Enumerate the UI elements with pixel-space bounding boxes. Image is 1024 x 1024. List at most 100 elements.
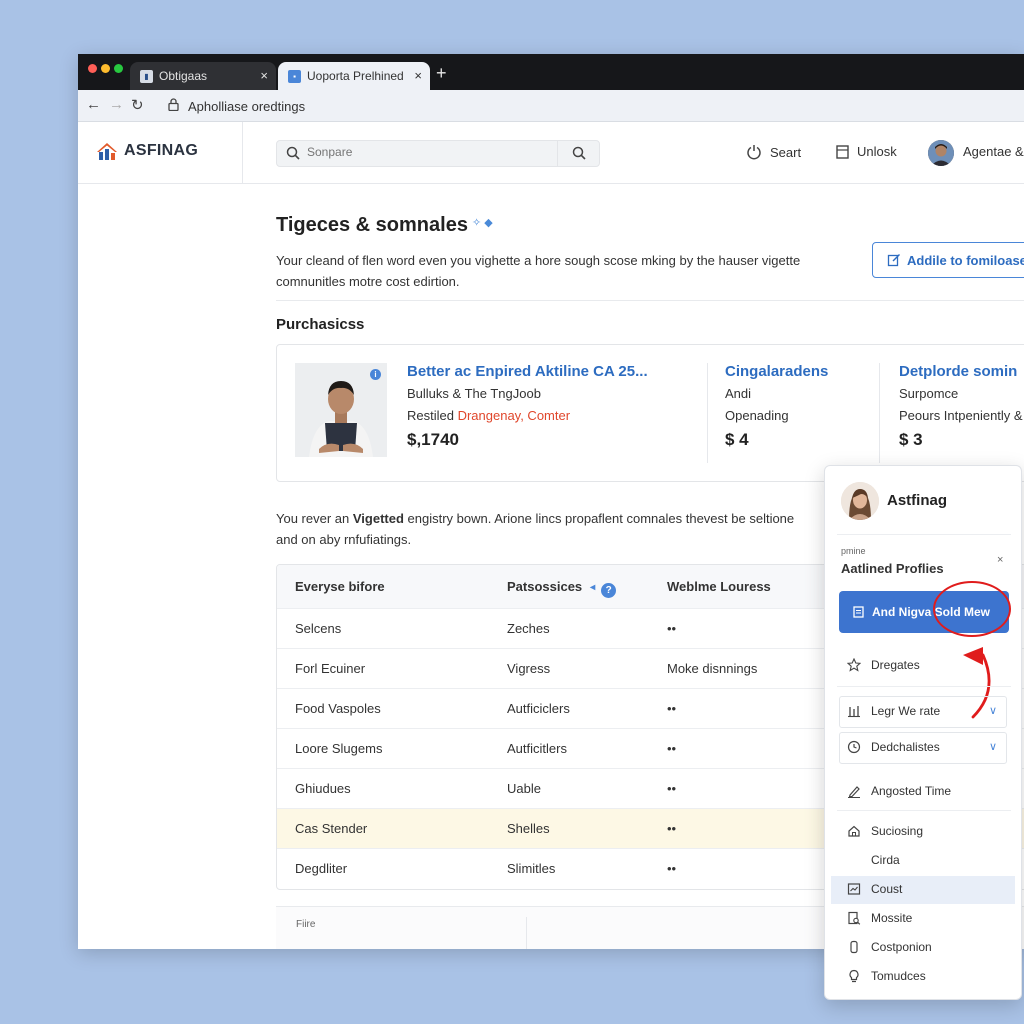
table-cell: Degdliter — [295, 861, 348, 876]
phone-icon — [850, 940, 858, 954]
panel-divider — [837, 686, 1011, 687]
panel-item-angosted-time[interactable]: Angosted Time — [847, 784, 951, 798]
table-cell: Ghiudues — [295, 781, 351, 796]
note-line: You rever an Vigetted engistry bown. Ari… — [276, 508, 836, 529]
app-header: ASFINAG Seart — [78, 122, 1024, 184]
purchase-highlight: Drangenay, Comter — [457, 408, 571, 423]
close-tab-icon[interactable]: × — [260, 68, 268, 83]
panel-item-costponion[interactable]: Costponion — [847, 940, 932, 954]
maximize-window-icon[interactable] — [114, 64, 123, 73]
back-arrow-icon[interactable]: ← — [86, 96, 101, 113]
panel-title: Aatlined Proflies — [841, 561, 944, 576]
panel-item-label: Suciosing — [871, 824, 924, 838]
purchase-detail: Peours Intpeniently & — [899, 408, 1023, 423]
bar-chart-icon — [848, 706, 860, 718]
edit-icon — [887, 254, 900, 267]
power-icon — [747, 145, 761, 160]
table-cell: •• — [667, 741, 677, 756]
purchase-price: $ 4 — [725, 430, 749, 449]
search-button[interactable] — [557, 141, 599, 166]
add-to-favorites-button[interactable]: Addile to fomiloase — [872, 242, 1024, 278]
search-input[interactable] — [307, 145, 547, 159]
info-badge-icon: i — [370, 369, 381, 380]
close-icon[interactable]: × — [997, 554, 1003, 566]
panel-item-legr[interactable]: Legr We rate — [847, 704, 940, 718]
column-header[interactable]: Everyse bifore — [295, 579, 385, 594]
column-divider — [879, 363, 880, 463]
purchase-item[interactable]: Cingalaradens Andi Openading $ 4 — [725, 363, 828, 450]
tab-label: Uoporta Prelhined — [307, 69, 404, 83]
logo-text: ASFINAG — [124, 142, 199, 159]
note-bold: Vigetted — [352, 511, 404, 526]
panel-user-name: Astfinag — [887, 492, 947, 509]
panel-item-suciosing[interactable]: Suciosing — [847, 824, 923, 838]
document-icon — [853, 606, 864, 618]
annotation-circle — [933, 581, 1011, 637]
page-title: Tigeces & somnales — [276, 214, 468, 236]
info-icon[interactable]: ? — [601, 583, 617, 598]
url-text[interactable]: Apholliase oredtings — [188, 99, 305, 114]
tab-obtigaas[interactable]: ▮ Obtigaas × — [130, 62, 276, 90]
avatar[interactable] — [928, 140, 954, 166]
table-cell: •• — [667, 781, 677, 796]
column-header[interactable]: Patsossices ◂? — [507, 579, 617, 598]
table-cell: Moke disnnings — [667, 661, 758, 676]
panel-item-label: Cirda — [871, 853, 900, 867]
table-cell: Autficitlers — [507, 741, 567, 756]
minimize-window-icon[interactable] — [101, 64, 110, 73]
panel-item-cirda[interactable]: Cirda — [847, 853, 900, 867]
search-icon — [572, 146, 586, 160]
panel-item-dregates[interactable]: Dregates — [847, 658, 920, 672]
home-icon — [848, 825, 860, 837]
note-rest: engistry bown. Arione lincs propaflent c… — [403, 511, 795, 526]
purchase-title[interactable]: Better ac Enpired Aktiline CA 25... — [407, 363, 648, 380]
intro-line: comnunitles motre cost edirtion. — [276, 274, 460, 289]
tab-uoporta-prelhined[interactable]: ▪ Uoporta Prelhined × — [278, 62, 430, 90]
panel-item-label: Tomudces — [871, 969, 926, 983]
column-header[interactable]: Weblme Louress — [667, 579, 771, 594]
new-tab-button[interactable]: + — [436, 62, 447, 84]
purchases-card: i Better ac Enpired Aktiline CA 25... Bu… — [276, 344, 1024, 482]
header-divider — [242, 122, 243, 184]
table-cell: •• — [667, 861, 677, 876]
panel-small-label: pmine — [841, 546, 866, 556]
logo[interactable]: ASFINAG — [96, 141, 198, 161]
user-avatar-icon — [928, 140, 954, 166]
panel-divider — [837, 534, 1011, 535]
panel-avatar[interactable] — [841, 482, 879, 520]
lightbulb-icon — [849, 969, 859, 983]
panel-item-label: Dregates — [871, 658, 920, 672]
panel-item-mossite[interactable]: Mossite — [847, 911, 912, 925]
user-avatar-icon — [841, 482, 879, 520]
column-divider — [707, 363, 708, 463]
table-cell: Shelles — [507, 821, 550, 836]
reload-icon[interactable]: ↻ — [131, 96, 144, 114]
unlock-button[interactable]: Unlosk — [836, 144, 897, 159]
purchase-title[interactable]: Detplorde somin — [899, 363, 1023, 380]
purchase-item[interactable]: Better ac Enpired Aktiline CA 25... Bull… — [407, 363, 648, 450]
clock-icon — [847, 740, 861, 754]
purchase-title[interactable]: Cingalaradens — [725, 363, 828, 380]
close-window-icon[interactable] — [88, 64, 97, 73]
search-bar — [276, 140, 600, 167]
panel-item-dedchalistes[interactable]: Dedchalistes — [847, 740, 940, 754]
table-cell: Cas Stender — [295, 821, 368, 836]
start-button[interactable]: Seart — [746, 144, 801, 160]
tab-favicon-icon: ▪ — [288, 69, 301, 83]
forward-arrow-icon[interactable]: → — [109, 96, 124, 113]
tab-favicon-icon: ▮ — [140, 69, 153, 83]
footer-divider — [526, 917, 527, 949]
sort-icon: ◂ — [590, 582, 596, 593]
chevron-down-icon[interactable]: ∨ — [989, 740, 997, 753]
panel-item-coust[interactable]: Coust — [847, 882, 902, 896]
table-cell: Vigress — [507, 661, 551, 676]
panel-item-tomudces[interactable]: Tomudces — [847, 969, 926, 983]
table-cell: Slimitles — [507, 861, 556, 876]
chevron-down-icon[interactable]: ∨ — [989, 704, 997, 717]
purchase-item[interactable]: Detplorde somin Surpomce Peours Intpenie… — [899, 363, 1023, 450]
close-tab-icon[interactable]: × — [414, 68, 422, 83]
user-name[interactable]: Agentae & — [963, 144, 1024, 159]
purchase-price: $ 3 — [899, 430, 923, 449]
tab-label: Obtigaas — [159, 69, 208, 83]
purchase-price: $,1740 — [407, 430, 459, 449]
